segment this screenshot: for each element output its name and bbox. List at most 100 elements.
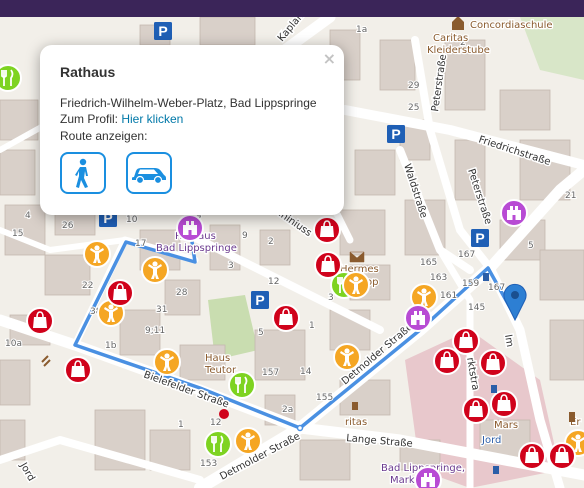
- shop-icon[interactable]: [26, 307, 54, 335]
- house-number: 5: [258, 328, 264, 338]
- townhall-icon[interactable]: [414, 466, 442, 488]
- shop-icon[interactable]: [452, 327, 480, 355]
- top-header-bar: [0, 0, 584, 17]
- poi-label-jord: Jord: [481, 435, 501, 446]
- restaurant-icon[interactable]: [204, 430, 232, 458]
- kiosk-icon: [352, 402, 358, 410]
- house-number: 29: [408, 81, 420, 91]
- house-number: 10: [126, 215, 138, 225]
- house-number: 26: [62, 221, 74, 231]
- shop-icon[interactable]: [313, 216, 341, 244]
- house-number: 25: [408, 103, 419, 113]
- bus-stop-icon: [491, 385, 497, 393]
- street-label-jord: Jord: [17, 460, 37, 483]
- popup-title: Rathaus: [60, 64, 116, 80]
- phone-icon: [41, 355, 51, 367]
- house-number: 21: [565, 191, 576, 201]
- fastfood-icon[interactable]: [83, 240, 111, 268]
- house-number: 1: [178, 420, 184, 430]
- poi-label-caritas-1: Caritas: [433, 33, 468, 44]
- house-number: 22: [82, 281, 93, 291]
- info-icon: [569, 412, 575, 422]
- route-waypoint: [296, 424, 304, 432]
- shop-icon[interactable]: [548, 442, 576, 470]
- shop-icon[interactable]: [314, 251, 342, 279]
- flower-icon: [219, 409, 229, 419]
- fastfood-icon[interactable]: [333, 343, 361, 371]
- house-number: 17: [135, 239, 146, 249]
- house-number: 2a: [282, 405, 293, 415]
- shop-icon[interactable]: [490, 390, 518, 418]
- shop-icon[interactable]: [272, 304, 300, 332]
- house-number: 1: [309, 321, 315, 331]
- close-icon[interactable]: ×: [323, 49, 336, 68]
- poi-label-haus-2: Teutor: [204, 365, 237, 376]
- car-route-button[interactable]: [126, 152, 172, 194]
- route-label: Route anzeigen:: [60, 129, 148, 143]
- shop-icon[interactable]: [479, 349, 507, 377]
- house-number: 10a: [5, 339, 22, 349]
- shop-icon[interactable]: [518, 442, 546, 470]
- house-number: 28: [176, 288, 188, 298]
- house-number: 5: [528, 241, 534, 251]
- fastfood-icon[interactable]: [342, 271, 370, 299]
- house-number: 161: [440, 291, 457, 301]
- shop-icon[interactable]: [106, 279, 134, 307]
- info-popup: × Rathaus Friedrich-Wilhelm-Weber-Platz,…: [40, 45, 344, 215]
- house-number: 2: [268, 237, 274, 247]
- fastfood-icon[interactable]: [234, 427, 262, 455]
- house-number: 153: [200, 459, 217, 469]
- pedestrian-icon: [75, 158, 88, 188]
- house-number: 15: [12, 229, 23, 239]
- house-number: 165: [420, 258, 437, 268]
- poi-label-caritas-2: Kleiderstube: [427, 45, 490, 56]
- house-number: 167: [458, 250, 475, 260]
- house-number: 14: [300, 367, 312, 377]
- townhall-icon[interactable]: [176, 214, 204, 242]
- popup-address: Friedrich-Wilhelm-Weber-Platz, Bad Lipps…: [60, 96, 317, 110]
- parking-icon[interactable]: [251, 291, 269, 309]
- house-number: 9;11: [145, 326, 165, 336]
- house-number: 155: [316, 393, 333, 403]
- house-number: 1a: [356, 25, 367, 35]
- profile-prefix: Zum Profil:: [60, 112, 122, 126]
- house-number: 157: [262, 368, 279, 378]
- shop-icon[interactable]: [64, 356, 92, 384]
- house-number: 12: [268, 277, 279, 287]
- parking-icon[interactable]: [387, 125, 405, 143]
- house-number: 31: [156, 305, 167, 315]
- bus-stop-icon: [483, 273, 489, 281]
- house-number: 159: [462, 279, 479, 289]
- poi-label-haus-1: Haus: [205, 353, 230, 364]
- house-number: 3: [328, 293, 334, 303]
- poi-label-caritas: ritas: [345, 417, 367, 428]
- parking-icon[interactable]: [154, 22, 172, 40]
- parking-icon[interactable]: [471, 229, 489, 247]
- restaurant-icon[interactable]: [0, 64, 22, 92]
- car-icon: [132, 168, 166, 185]
- location-marker[interactable]: [503, 283, 527, 322]
- poi-label-rathaus-2: Bad Lippspringe: [156, 243, 237, 254]
- townhall-icon[interactable]: [500, 199, 528, 227]
- fastfood-icon[interactable]: [141, 256, 169, 284]
- fastfood-icon[interactable]: [153, 348, 181, 376]
- house-number: 145: [468, 303, 485, 313]
- shop-icon[interactable]: [433, 347, 461, 375]
- house-number: 167: [488, 283, 505, 293]
- school-icon: [452, 17, 464, 30]
- house-number: 3: [228, 261, 234, 271]
- townhall-icon[interactable]: [404, 304, 432, 332]
- poi-label-concordiaschule: Concordiaschule: [470, 20, 553, 31]
- restaurant-icon[interactable]: [228, 371, 256, 399]
- house-number: 4: [25, 211, 31, 221]
- house-number: 9: [242, 231, 248, 241]
- house-number: 1b: [105, 341, 117, 351]
- shop-icon[interactable]: [462, 396, 490, 424]
- walk-route-button[interactable]: [60, 152, 106, 194]
- house-number: 163: [430, 273, 447, 283]
- bus-stop-icon: [493, 466, 499, 474]
- profile-link[interactable]: Hier klicken: [121, 112, 183, 126]
- poi-label-mars: Mars: [494, 420, 518, 431]
- street-label-im: Im: [502, 334, 515, 348]
- poi-label-mark: Mark: [390, 475, 415, 486]
